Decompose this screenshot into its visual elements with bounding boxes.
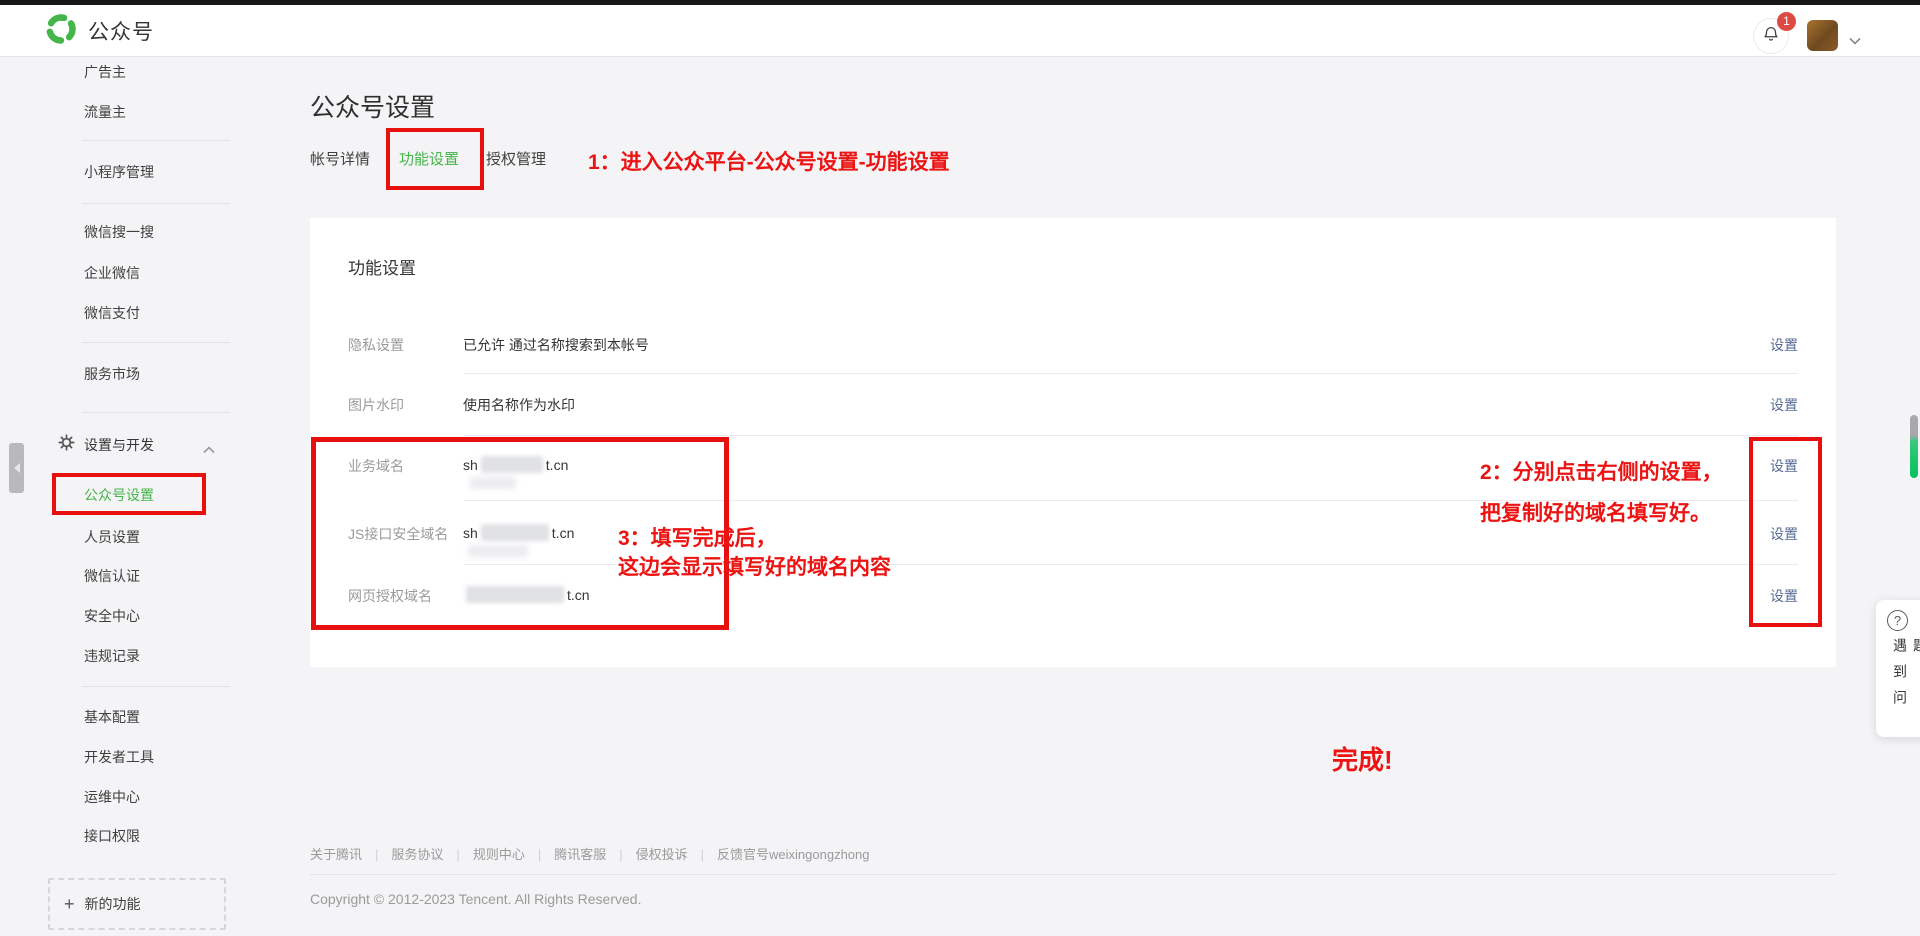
footer-separator: | (619, 847, 622, 862)
annotation-step3-line2: 这边会显示填写好的域名内容 (618, 553, 891, 582)
footer-link-rules[interactable]: 规则中心 (473, 847, 525, 862)
sidebar-item-advertiser[interactable]: 广告主 (84, 62, 126, 82)
footer-link-support[interactable]: 腾讯客服 (554, 847, 606, 862)
settings-row-privacy: 隐私设置 已允许 通过名称搜索到本帐号 设置 (310, 333, 1836, 357)
sidebar-item-service-market[interactable]: 服务市场 (84, 364, 140, 384)
app-logo-text: 公众号 (88, 16, 154, 46)
sidebar-divider (82, 203, 230, 204)
sidebar-item-wepay[interactable]: 微信支付 (84, 303, 140, 323)
notification-badge: 1 (1777, 12, 1796, 31)
sidebar: 广告主 流量主 小程序管理 微信搜一搜 企业微信 微信支付 服务市场 设置与开发… (0, 57, 290, 936)
sidebar-divider (82, 342, 230, 343)
sidebar-divider (82, 412, 230, 413)
help-widget-label: 遇到问题 (1890, 638, 1920, 737)
scrollbar-thumb[interactable] (1910, 415, 1918, 478)
footer-separator: | (701, 847, 704, 862)
chevron-up-icon[interactable] (203, 441, 215, 459)
row-divider (464, 373, 1798, 374)
annotation-step3: 3：填写完成后， 这边会显示填写好的域名内容 (618, 524, 891, 582)
annotation-step1: 1：进入公众平台-公众号设置-功能设置 (588, 146, 950, 176)
footer-divider (310, 874, 1836, 875)
sidebar-divider (82, 140, 230, 141)
tab-account-details[interactable]: 帐号详情 (310, 150, 370, 170)
sidebar-item-wechat-verify[interactable]: 微信认证 (84, 566, 140, 586)
watermark-setting-link[interactable]: 设置 (1770, 395, 1798, 415)
account-chevron-down-icon[interactable] (1849, 32, 1861, 50)
annotation-box-tab (386, 128, 484, 190)
row-value: 已允许 通过名称搜索到本帐号 (463, 335, 649, 355)
sidebar-item-ops-center[interactable]: 运维中心 (84, 787, 140, 807)
annotation-done: 完成! (1332, 740, 1393, 777)
row-divider (464, 435, 1798, 436)
copyright: Copyright © 2012-2023 Tencent. All Right… (310, 891, 641, 907)
footer-link-terms[interactable]: 服务协议 (391, 847, 443, 862)
footer-link-about[interactable]: 关于腾讯 (310, 847, 362, 862)
sidebar-item-miniprogram[interactable]: 小程序管理 (84, 162, 154, 182)
sidebar-item-search[interactable]: 微信搜一搜 (84, 222, 154, 242)
official-account-logo-icon (44, 12, 78, 51)
settings-row-watermark: 图片水印 使用名称作为水印 设置 (310, 393, 1836, 417)
annotation-step3-line1: 3：填写完成后， (618, 524, 891, 553)
footer-separator: | (375, 847, 378, 862)
app-logo[interactable]: 公众号 (44, 14, 154, 48)
help-icon: ? (1887, 610, 1908, 631)
footer-link-feedback[interactable]: 反馈官号weixingongzhong (717, 847, 869, 862)
sidebar-item-account-settings[interactable]: 公众号设置 (84, 485, 154, 505)
sidebar-item-security-center[interactable]: 安全中心 (84, 606, 140, 626)
sidebar-item-staff-settings[interactable]: 人员设置 (84, 527, 140, 547)
privacy-setting-link[interactable]: 设置 (1770, 335, 1798, 355)
sidebar-item-developer-tools[interactable]: 开发者工具 (84, 747, 154, 767)
footer-links: 关于腾讯 | 服务协议 | 规则中心 | 腾讯客服 | 侵权投诉 | 反馈官号weixingongz… (310, 844, 870, 863)
footer-link-report[interactable]: 侵权投诉 (636, 847, 688, 862)
row-label: 隐私设置 (348, 335, 404, 355)
sidebar-group-label: 设置与开发 (84, 435, 154, 455)
sidebar-item-api-permission[interactable]: 接口权限 (84, 826, 140, 846)
page-title: 公众号设置 (310, 88, 435, 124)
new-feature-label: 新的功能 (85, 894, 141, 914)
triangle-left-icon (14, 463, 20, 473)
user-avatar[interactable] (1807, 20, 1838, 51)
annotation-step2-line1: 2：分别点击右侧的设置， (1480, 452, 1723, 493)
sidebar-item-basic-config[interactable]: 基本配置 (84, 707, 140, 727)
annotation-box-actions (1749, 437, 1822, 627)
help-widget[interactable]: ? 遇到问题 (1876, 600, 1920, 737)
app-header: 公众号 1 (0, 5, 1920, 57)
annotation-step2-line2: 把复制好的域名填写好。 (1480, 493, 1723, 534)
row-value: 使用名称作为水印 (463, 395, 575, 415)
gear-icon (58, 434, 75, 456)
card-title: 功能设置 (348, 254, 416, 279)
plus-icon: + (64, 894, 75, 915)
sidebar-collapse-handle[interactable] (9, 443, 24, 493)
sidebar-item-wecom[interactable]: 企业微信 (84, 263, 140, 283)
tab-authorization[interactable]: 授权管理 (486, 150, 546, 170)
annotation-step2: 2：分别点击右侧的设置， 把复制好的域名填写好。 (1480, 452, 1723, 534)
sidebar-divider (82, 686, 230, 687)
footer-separator: | (538, 847, 541, 862)
bell-icon (1762, 25, 1780, 48)
sidebar-item-violation-record[interactable]: 违规记录 (84, 646, 140, 666)
sidebar-group-settings-dev[interactable]: 设置与开发 (58, 435, 154, 455)
footer-separator: | (456, 847, 459, 862)
row-label: 图片水印 (348, 395, 404, 415)
sidebar-item-traffic[interactable]: 流量主 (84, 102, 126, 122)
new-feature-button[interactable]: + 新的功能 (48, 878, 226, 930)
